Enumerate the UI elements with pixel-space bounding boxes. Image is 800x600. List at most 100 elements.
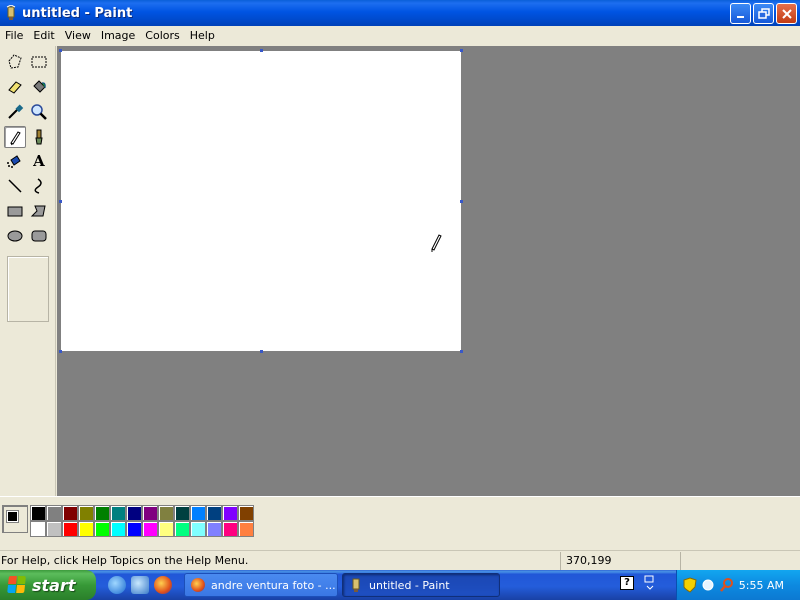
rectangle-icon xyxy=(7,206,23,217)
color-swatch[interactable] xyxy=(62,521,78,537)
color-swatch[interactable] xyxy=(206,521,222,537)
canvas-handle xyxy=(59,200,62,203)
menu-edit[interactable]: Edit xyxy=(28,26,59,45)
status-bar: For Help, click Help Topics on the Help … xyxy=(0,550,800,570)
brush-tool[interactable] xyxy=(28,126,50,148)
toolbox: A xyxy=(0,46,56,496)
canvas-handle xyxy=(59,350,62,353)
network-icon[interactable] xyxy=(701,577,715,593)
magnifier-tool[interactable] xyxy=(28,101,50,123)
color-swatch[interactable] xyxy=(94,521,110,537)
start-label: start xyxy=(32,575,76,595)
window-title: untitled - Paint xyxy=(22,5,133,21)
color-swatch[interactable] xyxy=(94,505,110,521)
color-swatch[interactable] xyxy=(62,505,78,521)
minimize-button[interactable] xyxy=(730,3,751,24)
color-swatch[interactable] xyxy=(158,521,174,537)
free-form-select-tool[interactable] xyxy=(4,51,26,73)
airbrush-tool[interactable] xyxy=(4,150,26,172)
drawing-canvas[interactable] xyxy=(61,51,461,351)
task-label: untitled - Paint xyxy=(369,578,450,592)
pencil-cursor-icon xyxy=(431,234,442,252)
menu-image[interactable]: Image xyxy=(96,26,140,45)
color-swatch[interactable] xyxy=(206,505,222,521)
color-swatch[interactable] xyxy=(78,521,94,537)
internet-explorer-icon[interactable] xyxy=(108,576,126,594)
canvas-resize-handle[interactable] xyxy=(460,200,463,203)
color-swatches xyxy=(30,505,254,537)
color-swatch[interactable] xyxy=(174,521,190,537)
color-swatch[interactable] xyxy=(238,521,254,537)
color-swatch[interactable] xyxy=(158,505,174,521)
color-swatch[interactable] xyxy=(190,521,206,537)
rectangle-tool[interactable] xyxy=(4,200,26,222)
color-swatch[interactable] xyxy=(110,521,126,537)
color-swatch[interactable] xyxy=(142,505,158,521)
canvas-resize-handle[interactable] xyxy=(460,350,463,353)
menu-help[interactable]: Help xyxy=(185,26,220,45)
color-swatch[interactable] xyxy=(222,505,238,521)
menu-bar: File Edit View Image Colors Help xyxy=(0,26,800,45)
fill-bucket-icon xyxy=(33,80,46,93)
color-swatch[interactable] xyxy=(222,521,238,537)
canvas-handle xyxy=(460,49,463,52)
clock: 5:55 AM xyxy=(738,578,784,592)
pencil-tool[interactable] xyxy=(4,126,26,148)
color-swatch[interactable] xyxy=(46,505,62,521)
color-swatch[interactable] xyxy=(238,505,254,521)
curve-icon xyxy=(34,178,42,194)
menu-file[interactable]: File xyxy=(0,26,28,45)
search-icon[interactable] xyxy=(719,577,735,593)
current-colors[interactable] xyxy=(2,505,28,533)
firefox-icon[interactable] xyxy=(154,576,172,594)
color-swatch[interactable] xyxy=(46,521,62,537)
text-tool[interactable]: A xyxy=(28,150,50,172)
task-paint[interactable]: untitled - Paint xyxy=(342,573,500,597)
ellipse-tool[interactable] xyxy=(4,225,26,247)
color-swatch[interactable] xyxy=(142,521,158,537)
restore-icon xyxy=(757,7,770,19)
workspace xyxy=(57,46,800,496)
canvas-handle xyxy=(59,49,62,52)
close-button[interactable] xyxy=(776,3,797,24)
show-desktop-icon[interactable] xyxy=(131,576,149,594)
select-tool[interactable] xyxy=(28,51,50,73)
fill-tool[interactable] xyxy=(28,76,50,98)
color-swatch[interactable] xyxy=(30,521,46,537)
color-swatch[interactable] xyxy=(174,505,190,521)
rounded-rectangle-icon xyxy=(31,230,47,242)
polygon-tool[interactable] xyxy=(28,200,50,222)
canvas-resize-handle[interactable] xyxy=(260,350,263,353)
color-swatch[interactable] xyxy=(110,505,126,521)
language-bar-icon[interactable] xyxy=(644,575,656,593)
firefox-icon xyxy=(191,578,205,592)
minimize-icon xyxy=(736,15,744,18)
color-swatch[interactable] xyxy=(190,505,206,521)
color-swatch[interactable] xyxy=(78,505,94,521)
pick-color-tool[interactable] xyxy=(4,101,26,123)
curve-tool[interactable] xyxy=(28,175,50,197)
paint-app-icon[interactable] xyxy=(4,4,18,21)
eraser-icon xyxy=(8,81,22,94)
color-palette xyxy=(0,496,800,544)
foreground-color[interactable] xyxy=(6,510,19,523)
security-shield-icon[interactable] xyxy=(683,577,697,593)
menu-view[interactable]: View xyxy=(60,26,96,45)
line-icon xyxy=(8,179,22,193)
tool-options-panel[interactable] xyxy=(7,256,49,322)
help-icon[interactable]: ? xyxy=(620,576,634,590)
color-swatch[interactable] xyxy=(126,521,142,537)
color-swatch[interactable] xyxy=(126,505,142,521)
eraser-tool[interactable] xyxy=(4,76,26,98)
canvas-handle xyxy=(260,49,263,52)
pick-color-icon xyxy=(8,104,24,119)
title-bar[interactable]: untitled - Paint xyxy=(0,0,800,26)
menu-colors[interactable]: Colors xyxy=(140,26,184,45)
start-button[interactable]: start xyxy=(0,570,96,600)
restore-button[interactable] xyxy=(753,3,774,24)
color-swatch[interactable] xyxy=(30,505,46,521)
line-tool[interactable] xyxy=(4,175,26,197)
task-firefox[interactable]: andre ventura foto - ... xyxy=(184,573,338,597)
rounded-rectangle-tool[interactable] xyxy=(28,225,50,247)
status-size xyxy=(680,551,800,570)
